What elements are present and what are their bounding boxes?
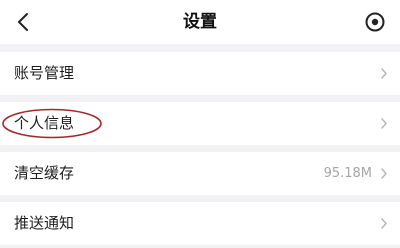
- settings-item-label: 账号管理: [14, 64, 75, 82]
- settings-item-label: 推送通知: [14, 214, 75, 232]
- settings-item-label: 清空缓存: [14, 164, 75, 182]
- settings-item-push-notifications[interactable]: 推送通知: [0, 202, 400, 245]
- scan-icon: [365, 12, 385, 32]
- chevron-right-icon: [381, 118, 387, 129]
- top-navigation-bar: 设置: [0, 0, 400, 44]
- settings-item-label: 个人信息: [14, 114, 75, 132]
- page-title: 设置: [183, 12, 217, 32]
- chevron-right-icon: [381, 68, 387, 79]
- cache-size-value: 95.18M: [323, 166, 372, 181]
- settings-item-clear-cache[interactable]: 清空缓存 95.18M: [0, 152, 400, 195]
- settings-item-account-management[interactable]: 账号管理: [0, 52, 400, 95]
- scan-button[interactable]: [364, 11, 386, 33]
- chevron-right-icon: [381, 168, 387, 179]
- settings-item-personal-info[interactable]: 个人信息: [0, 102, 400, 145]
- chevron-right-icon: [381, 218, 387, 229]
